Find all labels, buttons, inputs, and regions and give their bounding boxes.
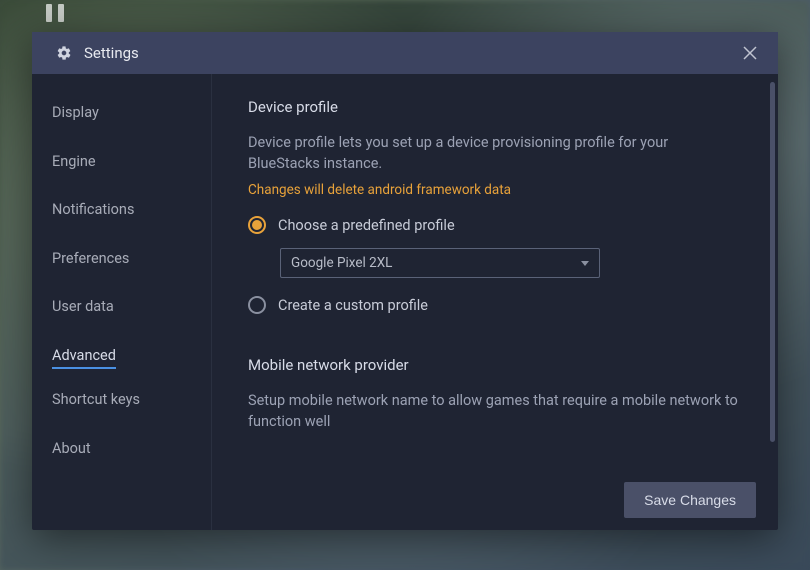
sidebar-item-user-data[interactable]: User data: [52, 290, 114, 325]
settings-sidebar: Display Engine Notifications Preferences…: [32, 74, 212, 530]
device-profile-warning: Changes will delete android framework da…: [248, 182, 742, 198]
device-profile-description: Device profile lets you set up a device …: [248, 132, 742, 174]
sidebar-item-about[interactable]: About: [52, 432, 91, 467]
radio-predefined-profile[interactable]: [248, 216, 266, 234]
radio-custom-label: Create a custom profile: [278, 297, 428, 314]
modal-footer: Save Changes: [212, 470, 778, 530]
close-icon: [743, 46, 757, 60]
sidebar-item-display[interactable]: Display: [52, 96, 99, 131]
sidebar-item-shortcut-keys[interactable]: Shortcut keys: [52, 383, 140, 418]
radio-predefined-label: Choose a predefined profile: [278, 217, 455, 234]
settings-modal: Settings Display Engine Notifications Pr…: [32, 32, 778, 530]
modal-header: Settings: [32, 32, 778, 74]
profile-select-value: Google Pixel 2XL: [291, 255, 392, 271]
gear-icon: [56, 45, 72, 61]
profile-select[interactable]: Google Pixel 2XL: [280, 248, 600, 278]
mobile-network-description: Setup mobile network name to allow games…: [248, 390, 742, 432]
sidebar-item-advanced[interactable]: Advanced: [52, 339, 116, 370]
sidebar-item-preferences[interactable]: Preferences: [52, 242, 129, 277]
content-scrollbar[interactable]: [770, 82, 775, 442]
modal-title: Settings: [84, 44, 738, 62]
pause-icon: [46, 4, 70, 24]
close-button[interactable]: [738, 41, 762, 65]
sidebar-item-engine[interactable]: Engine: [52, 145, 96, 180]
settings-content: Device profile Device profile lets you s…: [212, 74, 778, 530]
device-profile-title: Device profile: [248, 98, 742, 116]
save-changes-button[interactable]: Save Changes: [624, 482, 756, 518]
sidebar-item-notifications[interactable]: Notifications: [52, 193, 134, 228]
mobile-network-title: Mobile network provider: [248, 356, 742, 374]
radio-custom-profile[interactable]: [248, 296, 266, 314]
